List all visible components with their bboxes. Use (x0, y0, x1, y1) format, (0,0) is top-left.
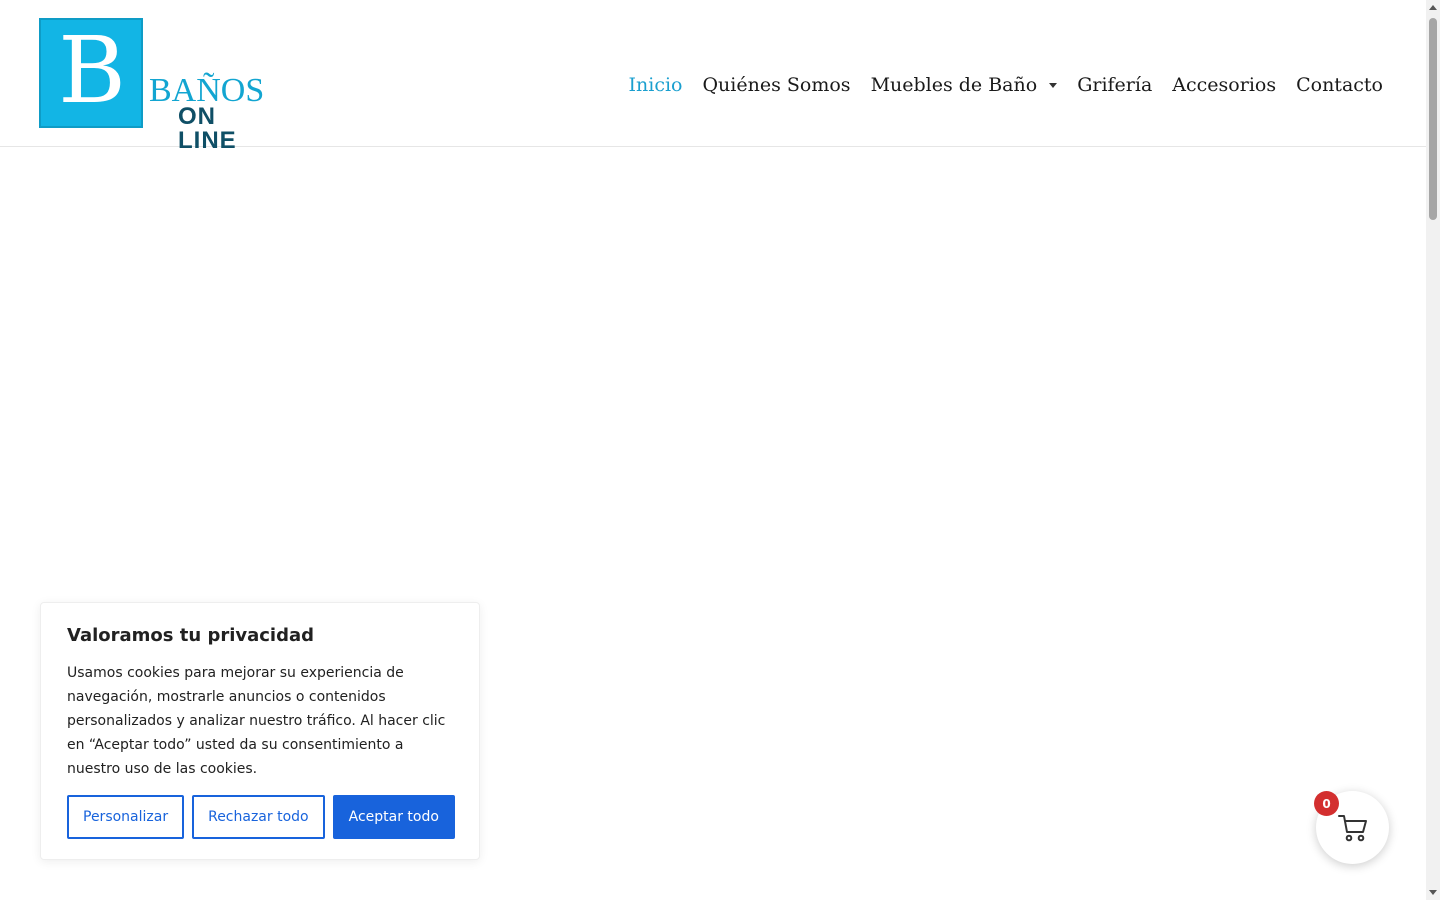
site-header: B BAÑOS ON LINE Inicio Quiénes Somos Mue… (0, 0, 1426, 153)
cookie-consent-banner: Valoramos tu privacidad Usamos cookies p… (40, 602, 480, 860)
logo-name-bottom: ON LINE (178, 103, 237, 154)
nav-item-contacto[interactable]: Contacto (1296, 70, 1383, 100)
cookie-banner-title: Valoramos tu privacidad (67, 625, 315, 646)
nav-item-quienes-somos[interactable]: Quiénes Somos (702, 70, 850, 100)
accept-all-button[interactable]: Aceptar todo (332, 795, 455, 839)
nav-item-muebles-label: Muebles de Baño (870, 74, 1038, 96)
nav-item-accesorios[interactable]: Accesorios (1172, 70, 1276, 100)
cart-count-badge: 0 (1314, 791, 1339, 816)
shopping-cart-icon (1337, 814, 1367, 841)
cookie-banner-actions: Personalizar Rechazar todo Aceptar todo (67, 795, 455, 839)
reject-all-button[interactable]: Rechazar todo (192, 795, 325, 839)
main-navigation: Inicio Quiénes Somos Muebles de Baño Gri… (629, 70, 1384, 100)
cookie-banner-text: Usamos cookies para mejorar su experienc… (67, 665, 446, 777)
page-scrollbar[interactable] (1426, 0, 1440, 900)
logo-letter: B (58, 17, 126, 124)
site-logo[interactable]: B BAÑOS ON LINE (39, 18, 279, 153)
scroll-up-arrow-icon[interactable] (1429, 5, 1437, 10)
nav-item-muebles-de-bano[interactable]: Muebles de Baño (871, 70, 1058, 100)
nav-item-inicio[interactable]: Inicio (629, 70, 683, 100)
scroll-down-arrow-icon[interactable] (1429, 890, 1437, 895)
logo-mark: B (39, 18, 143, 128)
scrollbar-thumb[interactable] (1429, 18, 1437, 220)
nav-item-griferia[interactable]: Grifería (1077, 70, 1152, 100)
chevron-down-icon (1049, 82, 1058, 88)
customize-button[interactable]: Personalizar (67, 795, 185, 839)
